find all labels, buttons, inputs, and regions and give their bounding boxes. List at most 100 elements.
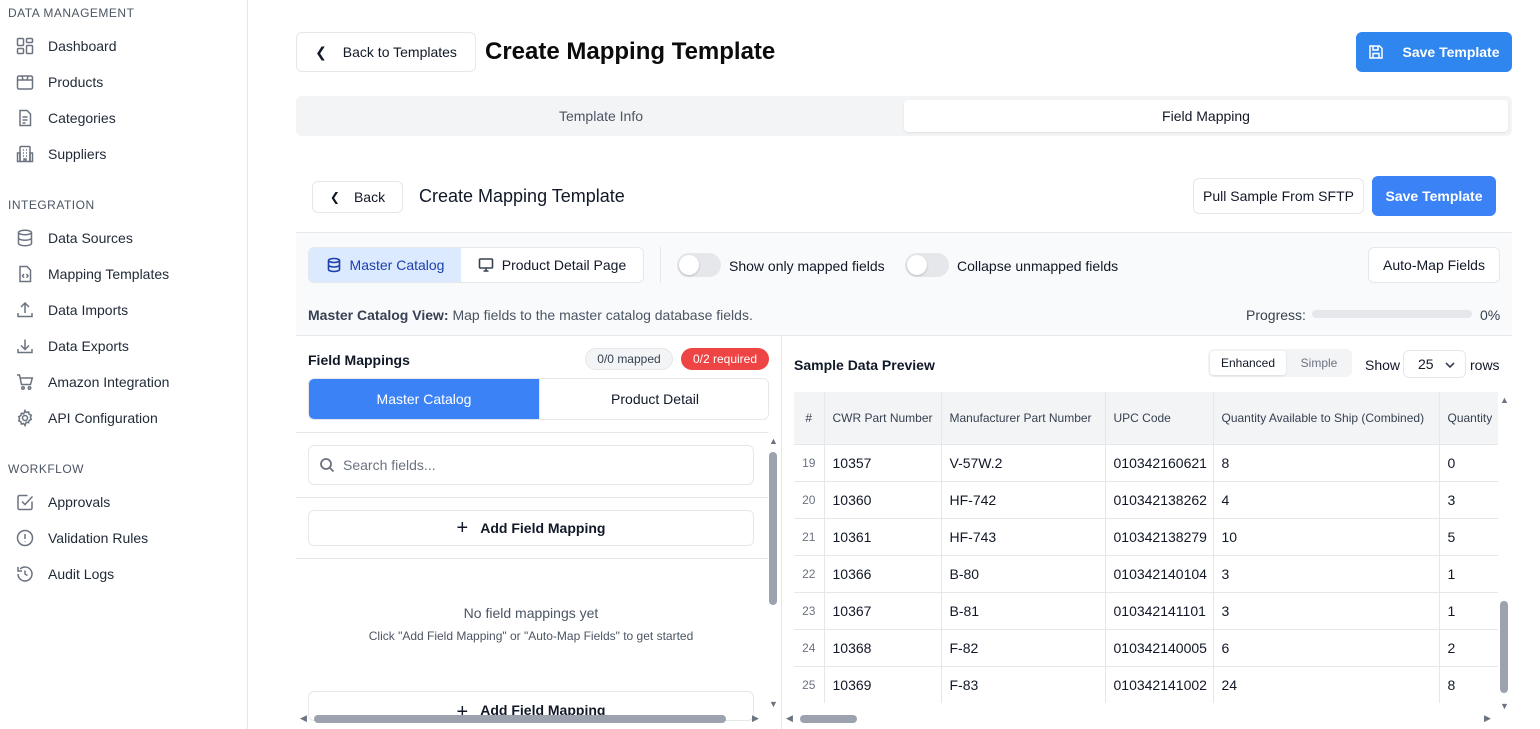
- scroll-up-arrow[interactable]: ▲: [769, 437, 778, 446]
- table-row: 21 10361 HF-743 010342138279 10 5: [794, 517, 1498, 555]
- progress-label: Progress:: [1246, 307, 1306, 323]
- view-description-text: Map fields to the master catalog databas…: [448, 307, 753, 323]
- vertical-scrollbar-thumb[interactable]: [769, 452, 777, 605]
- sidebar-item-label: Data Imports: [48, 302, 129, 318]
- scroll-down-arrow[interactable]: ▼: [769, 700, 778, 709]
- table-cell: 3: [1213, 591, 1440, 629]
- empty-state-title: No field mappings yet: [463, 605, 599, 621]
- scroll-down-arrow[interactable]: ▼: [1500, 702, 1509, 711]
- back-to-templates-button[interactable]: ❮ Back to Templates: [296, 32, 476, 72]
- rows-label: rows: [1470, 357, 1500, 373]
- column-header[interactable]: Quantity Available to Ship (Combined): [1213, 392, 1440, 444]
- sidebar-item-dashboard[interactable]: Dashboard: [16, 32, 236, 60]
- column-header[interactable]: Manufacturer Part Number: [941, 392, 1106, 444]
- table-row: 23 10367 B-81 010342141101 3 1: [794, 591, 1498, 629]
- table-cell: 4: [1213, 480, 1440, 518]
- sidebar-item-label: Data Exports: [48, 338, 129, 354]
- segment-product-detail[interactable]: Product Detail: [539, 379, 768, 419]
- pull-sample-button[interactable]: Pull Sample From SFTP: [1193, 178, 1364, 214]
- back-button[interactable]: ❮ Back: [312, 181, 403, 213]
- horizontal-scrollbar-thumb[interactable]: [314, 715, 726, 723]
- divider: [296, 497, 768, 498]
- package-icon: [16, 75, 34, 90]
- table-cell: 10: [1213, 517, 1440, 555]
- scroll-right-arrow[interactable]: ▶: [1484, 714, 1491, 723]
- mode-enhanced-button[interactable]: Enhanced: [1210, 351, 1286, 375]
- tab-field-mapping[interactable]: Field Mapping: [904, 100, 1508, 132]
- table-cell: 22: [794, 554, 825, 592]
- database-icon: [17, 229, 33, 247]
- add-field-mapping-button[interactable]: + Add Field Mapping: [308, 510, 754, 546]
- table-cell: 10361: [824, 517, 942, 555]
- empty-state-subtitle: Click "Add Field Mapping" or "Auto-Map F…: [368, 629, 694, 643]
- sidebar-item-products[interactable]: Products: [16, 68, 236, 96]
- table-cell: B-80: [941, 554, 1106, 592]
- tab-template-info[interactable]: Template Info: [300, 100, 902, 132]
- view-product-detail-button[interactable]: Product Detail Page: [461, 248, 643, 282]
- sidebar-item-data-imports[interactable]: Data Imports: [16, 296, 236, 324]
- section-title-data-management: DATA MANAGEMENT: [8, 6, 135, 20]
- rows-per-page-value: 25: [1418, 356, 1434, 372]
- vertical-scrollbar-thumb[interactable]: [1500, 601, 1508, 693]
- sample-data-table: # CWR Part Number Manufacturer Part Numb…: [794, 392, 1498, 703]
- scroll-up-arrow[interactable]: ▲: [1500, 396, 1509, 405]
- table-cell: 0: [1439, 443, 1498, 481]
- table-row: 25 10369 F-83 010342141002 24 8: [794, 665, 1498, 703]
- rows-per-page-select[interactable]: 25: [1403, 350, 1466, 378]
- divider: [296, 432, 768, 433]
- table-cell: 10360: [824, 480, 942, 518]
- sidebar-item-data-exports[interactable]: Data Exports: [16, 332, 236, 360]
- table-cell: 5: [1439, 517, 1498, 555]
- check-square-icon: [17, 494, 34, 511]
- save-template-secondary-button[interactable]: Save Template: [1372, 176, 1496, 216]
- scroll-right-arrow[interactable]: ▶: [752, 714, 759, 723]
- sidebar-item-label: Categories: [48, 110, 116, 126]
- table-cell: 8: [1439, 665, 1498, 703]
- auto-map-button[interactable]: Auto-Map Fields: [1368, 247, 1500, 283]
- chevron-left-icon: ❮: [329, 190, 340, 204]
- sidebar-item-suppliers[interactable]: Suppliers: [16, 140, 236, 168]
- divider: [296, 558, 768, 559]
- alert-circle-icon: [16, 529, 34, 547]
- save-template-button[interactable]: Save Template: [1356, 32, 1512, 72]
- table-cell: 24: [1213, 665, 1440, 703]
- gear-icon: [17, 409, 33, 427]
- column-header[interactable]: CWR Part Number: [824, 392, 942, 444]
- download-icon: [17, 339, 33, 354]
- table-cell: B-81: [941, 591, 1106, 629]
- sidebar-item-amazon-integration[interactable]: Amazon Integration: [16, 368, 236, 396]
- sidebar-item-validation-rules[interactable]: Validation Rules: [16, 524, 236, 552]
- table-row: 22 10366 B-80 010342140104 3 1: [794, 554, 1498, 592]
- view-master-catalog-button[interactable]: Master Catalog: [309, 248, 461, 282]
- page-title: Create Mapping Template: [485, 38, 776, 65]
- cart-icon: [17, 374, 34, 390]
- collapse-unmapped-toggle[interactable]: [905, 253, 949, 277]
- horizontal-scrollbar-thumb[interactable]: [800, 715, 857, 723]
- sidebar-item-audit-logs[interactable]: Audit Logs: [16, 560, 236, 588]
- table-row: 19 10357 V-57W.2 010342160621 8 0: [794, 443, 1498, 481]
- sidebar-item-api-configuration[interactable]: API Configuration: [16, 404, 236, 432]
- scroll-left-arrow[interactable]: ◀: [786, 714, 793, 723]
- sidebar-item-data-sources[interactable]: Data Sources: [16, 224, 236, 252]
- show-mapped-toggle[interactable]: [677, 253, 721, 277]
- column-header[interactable]: #: [794, 392, 825, 444]
- column-header[interactable]: Quantity: [1439, 392, 1498, 444]
- search-input[interactable]: [343, 457, 723, 473]
- catalog-segment-control: Master Catalog Product Detail: [308, 378, 769, 420]
- table-cell: 010342141002: [1105, 665, 1214, 703]
- show-mapped-label: Show only mapped fields: [729, 258, 885, 274]
- sidebar-item-label: Products: [48, 74, 104, 90]
- segment-master-catalog[interactable]: Master Catalog: [309, 379, 539, 419]
- mode-simple-button[interactable]: Simple: [1288, 351, 1350, 375]
- sidebar-item-approvals[interactable]: Approvals: [16, 488, 236, 516]
- search-field-container: [308, 445, 754, 485]
- scroll-left-arrow[interactable]: ◀: [300, 714, 307, 723]
- view-master-label: Master Catalog: [349, 257, 445, 273]
- table-row: 20 10360 HF-742 010342138262 4 3: [794, 480, 1498, 518]
- field-mappings-title: Field Mappings: [308, 352, 410, 368]
- table-cell: 10367: [824, 591, 942, 629]
- sidebar-item-mapping-templates[interactable]: Mapping Templates: [16, 260, 236, 288]
- column-header[interactable]: UPC Code: [1105, 392, 1214, 444]
- document-icon: [19, 109, 32, 127]
- sidebar-item-categories[interactable]: Categories: [16, 104, 236, 132]
